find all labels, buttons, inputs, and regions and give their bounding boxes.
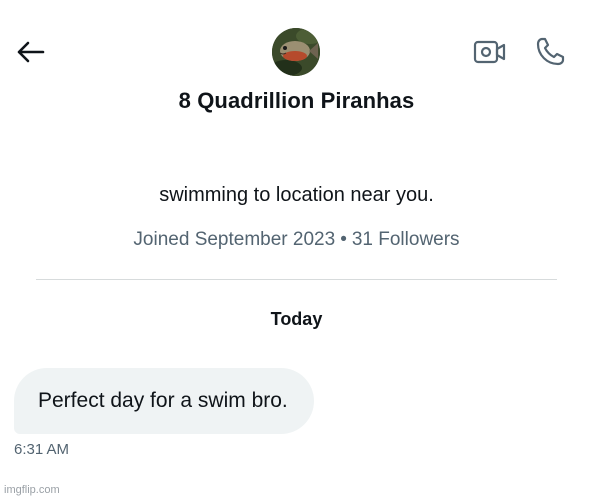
phone-call-button[interactable] <box>530 32 570 72</box>
message-text: Perfect day for a swim bro. <box>38 389 288 412</box>
divider <box>36 279 557 280</box>
profile-display-name: 8 Quadrillion Piranhas <box>178 88 415 113</box>
avatar[interactable] <box>272 28 320 76</box>
meta-separator: • <box>340 229 347 250</box>
profile-meta: Joined September 2023 • 31 Followers <box>0 229 593 251</box>
imgflip-watermark: imgflip.com <box>4 484 60 496</box>
arrow-left-icon <box>17 41 45 63</box>
message-timestamp: 6:31 AM <box>14 441 70 458</box>
back-button[interactable] <box>12 36 48 68</box>
message-bubble[interactable]: Perfect day for a swim bro. <box>14 368 314 434</box>
followers-count-link[interactable]: 31 Followers <box>352 229 460 250</box>
profile-bio: swimming to location near you. <box>159 184 434 206</box>
video-camera-icon <box>473 40 506 64</box>
video-call-button[interactable] <box>470 34 510 70</box>
phone-icon <box>536 37 565 66</box>
joined-date: Joined September 2023 <box>133 229 336 250</box>
date-separator-label: Today <box>270 309 323 329</box>
piranha-avatar-image <box>272 28 320 76</box>
